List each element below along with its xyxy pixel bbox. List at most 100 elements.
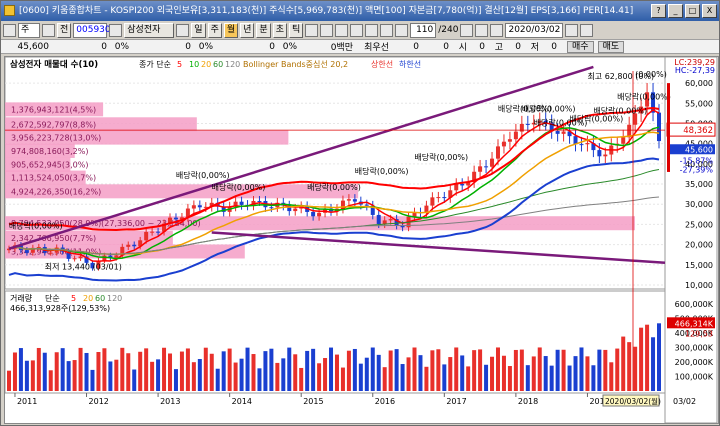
count-total: /240 bbox=[438, 25, 459, 35]
close-button[interactable]: X bbox=[702, 4, 717, 18]
volume-bar bbox=[168, 353, 173, 391]
interval-minute[interactable]: 분 bbox=[256, 22, 271, 38]
candle-body bbox=[197, 205, 202, 208]
save-icon[interactable] bbox=[320, 23, 334, 37]
volume-bar bbox=[317, 363, 322, 391]
volume-bar bbox=[424, 366, 429, 391]
quote-value-2: 0 bbox=[185, 41, 191, 52]
quote-value-3: 0 bbox=[269, 41, 275, 52]
search-icon[interactable] bbox=[109, 23, 123, 37]
date-picker-icon[interactable] bbox=[565, 23, 579, 37]
volume-bar bbox=[144, 348, 149, 391]
volume-bar bbox=[370, 347, 375, 391]
price-range-bar bbox=[667, 83, 670, 172]
chart-type-icon[interactable] bbox=[3, 23, 16, 37]
stock-name-field[interactable]: 삼성전자 bbox=[124, 22, 175, 38]
quote-value-4: 0 bbox=[413, 41, 419, 52]
draw-icon[interactable] bbox=[395, 23, 409, 37]
candle-body bbox=[114, 255, 119, 258]
zoom-out-icon[interactable] bbox=[365, 23, 379, 37]
volume-bar bbox=[12, 352, 17, 391]
date-input[interactable]: 2020/03/02 bbox=[505, 22, 564, 38]
interval-week[interactable]: 주 bbox=[207, 22, 222, 38]
tile-icon[interactable] bbox=[580, 23, 594, 37]
volume-bar bbox=[549, 365, 554, 391]
volume-ma-period: 20 bbox=[83, 294, 93, 303]
legend-bb-lower: 하한선 bbox=[399, 59, 421, 69]
time-end-label: 03/02 bbox=[673, 397, 696, 406]
settings-icon[interactable] bbox=[305, 23, 319, 37]
volume-bar bbox=[18, 348, 23, 391]
volume-bar bbox=[627, 342, 632, 391]
interval-second[interactable]: 초 bbox=[272, 22, 287, 38]
volume-bar bbox=[495, 347, 500, 391]
next-icon[interactable] bbox=[475, 23, 489, 37]
volume-bar bbox=[513, 349, 518, 391]
interval-day[interactable]: 일 bbox=[191, 22, 206, 38]
volume-bar bbox=[334, 354, 339, 391]
candle-body bbox=[72, 258, 77, 260]
calendar-icon[interactable] bbox=[490, 23, 504, 37]
volume-bar bbox=[102, 348, 107, 391]
candle-body bbox=[555, 131, 560, 134]
candle-body bbox=[579, 144, 584, 146]
stock-chart[interactable]: 60,00055,00050,00045,00040,00035,00030,0… bbox=[4, 56, 718, 424]
chart-area[interactable]: 60,00055,00050,00045,00040,00035,00030,0… bbox=[4, 56, 719, 424]
candle-body bbox=[501, 141, 506, 147]
dividend-label: 배당락(0,00%) bbox=[176, 170, 230, 180]
volume-bar bbox=[239, 358, 244, 391]
hc-label: HC:-27,39 bbox=[675, 66, 715, 75]
minimize-button[interactable]: _ bbox=[668, 4, 683, 18]
legend-ma-period: 60 bbox=[213, 60, 223, 69]
refresh-icon[interactable] bbox=[380, 23, 394, 37]
volume-bar bbox=[657, 323, 661, 391]
volume-bar bbox=[78, 347, 83, 391]
candle-body bbox=[239, 201, 244, 205]
maximize-button[interactable]: □ bbox=[685, 4, 700, 18]
close-pct-label-2: -27,39% bbox=[680, 165, 714, 174]
candle-body bbox=[436, 197, 441, 199]
count-input[interactable]: 110 bbox=[410, 22, 437, 38]
time-label: 2016 bbox=[375, 397, 395, 406]
volume-bar bbox=[436, 349, 441, 391]
quote-high-label: 고 bbox=[494, 43, 503, 53]
interval-year[interactable]: 년 bbox=[240, 22, 255, 38]
volume-bar bbox=[561, 349, 566, 391]
volume-bar bbox=[507, 366, 512, 391]
volume-bar bbox=[72, 360, 77, 391]
candle-body bbox=[173, 217, 178, 220]
dividend-label: 배당락(0,00%) bbox=[617, 91, 671, 101]
sell-button[interactable]: 매도 bbox=[597, 40, 625, 53]
quote-amount-label: 0백만 bbox=[330, 43, 353, 53]
print-icon[interactable] bbox=[335, 23, 349, 37]
interval-month[interactable]: 월 bbox=[223, 22, 239, 38]
volume-bar bbox=[388, 350, 393, 391]
lock-icon[interactable] bbox=[176, 23, 190, 37]
candle-body bbox=[442, 197, 447, 199]
candle-body bbox=[48, 252, 53, 254]
volume-profile-label: 4,924,226,350(16,2%) bbox=[11, 187, 101, 196]
volume-bar bbox=[162, 347, 167, 391]
close-price-label: 45,600 bbox=[685, 145, 713, 154]
volume-bar bbox=[191, 362, 196, 391]
volume-bar bbox=[311, 348, 316, 391]
current-price-label: 48,362 bbox=[683, 126, 713, 136]
help-button[interactable]: ? bbox=[651, 4, 666, 18]
prev-icon[interactable] bbox=[460, 23, 474, 37]
grid-icon[interactable] bbox=[42, 23, 55, 37]
buy-button[interactable]: 매수 bbox=[567, 40, 594, 53]
quote-pct-3: 0% bbox=[282, 41, 297, 52]
volume-bar bbox=[352, 348, 357, 391]
volume-bar bbox=[66, 361, 71, 391]
candle-body bbox=[484, 166, 489, 168]
market-button[interactable]: 전 bbox=[57, 22, 72, 38]
volume-ma-period: 5 bbox=[71, 294, 76, 303]
candle-body bbox=[144, 231, 149, 241]
interval-tick[interactable]: 틱 bbox=[288, 22, 304, 38]
stock-code-input[interactable]: 005930 bbox=[73, 22, 111, 38]
volume-bar bbox=[114, 359, 119, 391]
zoom-in-icon[interactable] bbox=[350, 23, 364, 37]
volume-bar bbox=[537, 347, 542, 391]
volume-bar bbox=[358, 363, 363, 391]
period-select[interactable]: 주 bbox=[18, 22, 40, 38]
